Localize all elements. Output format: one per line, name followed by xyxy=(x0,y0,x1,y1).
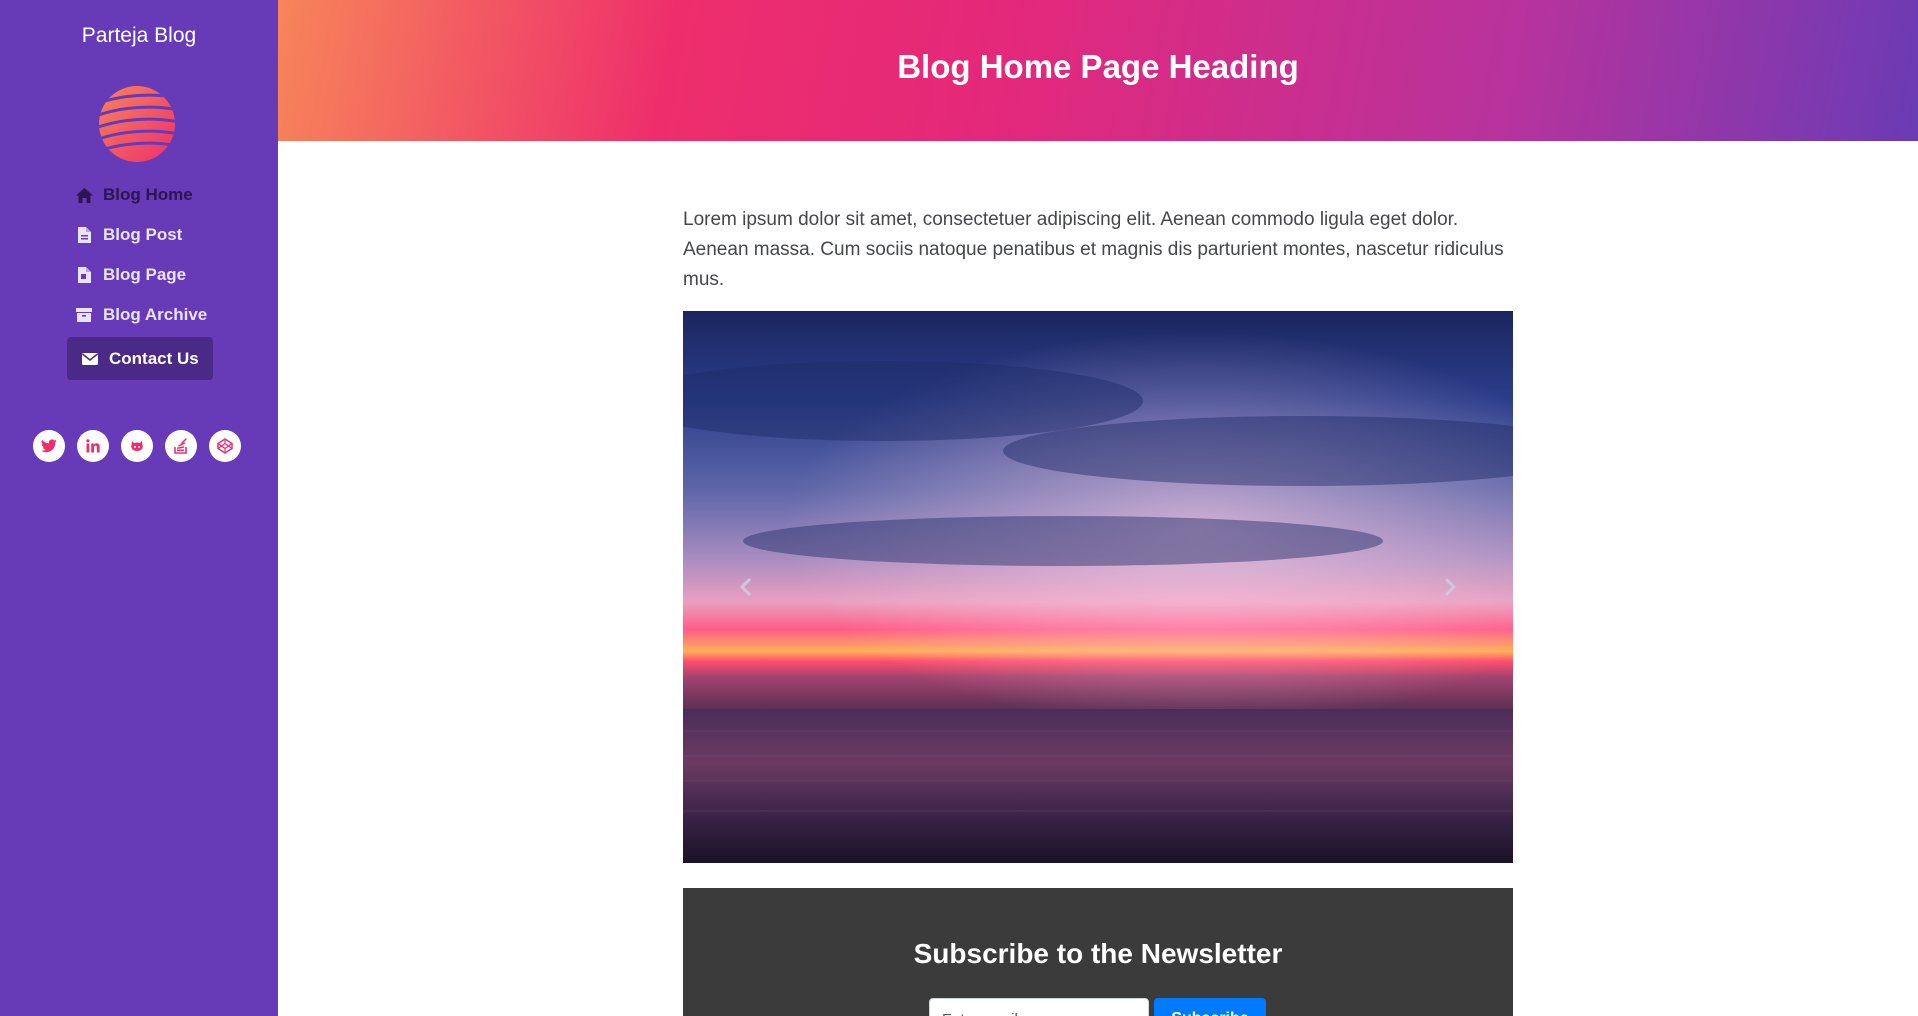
main-content: Lorem ipsum dolor sit amet, consectetuer… xyxy=(683,205,1513,1016)
envelope-icon xyxy=(81,350,99,368)
home-icon xyxy=(75,186,93,204)
sunset-image xyxy=(683,311,1513,863)
brand-logo xyxy=(99,86,175,162)
stack-overflow-link[interactable] xyxy=(165,430,197,462)
codepen-link[interactable] xyxy=(209,430,241,462)
file-alt-icon xyxy=(75,266,93,284)
carousel-next-button[interactable] xyxy=(1435,569,1465,605)
sidebar-item-label: Blog Archive xyxy=(103,305,208,324)
github-link[interactable] xyxy=(121,430,153,462)
chevron-left-icon xyxy=(739,577,752,597)
github-icon xyxy=(131,441,143,451)
linkedin-link[interactable] xyxy=(77,430,109,462)
newsletter-form: Subscribe xyxy=(929,998,1266,1016)
file-icon xyxy=(75,226,93,244)
sidebar-item-label: Blog Home xyxy=(103,185,193,204)
sidebar-item-blog-page[interactable]: Blog Page xyxy=(75,257,186,293)
brand-title[interactable]: Parteja Blog xyxy=(0,24,278,48)
carousel-prev-button[interactable] xyxy=(731,569,761,605)
twitter-link[interactable] xyxy=(33,430,65,462)
intro-paragraph: Lorem ipsum dolor sit amet, consectetuer… xyxy=(683,209,1504,290)
sidebar-item-blog-post[interactable]: Blog Post xyxy=(75,217,182,253)
social-links xyxy=(33,430,241,462)
image-carousel[interactable] xyxy=(683,311,1513,863)
archive-icon xyxy=(75,306,93,324)
sidebar-item-contact-us[interactable]: Contact Us xyxy=(67,337,213,380)
codepen-icon xyxy=(217,438,233,454)
newsletter-title: Subscribe to the Newsletter xyxy=(913,938,1283,969)
sidebar-item-label: Blog Post xyxy=(103,225,183,244)
subscribe-button[interactable]: Subscribe xyxy=(1154,998,1266,1016)
twitter-icon xyxy=(41,439,57,453)
sidebar-item-label: Blog Page xyxy=(103,265,187,284)
chevron-right-icon xyxy=(1444,577,1457,597)
sidebar-item-blog-archive[interactable]: Blog Archive xyxy=(75,297,207,333)
linkedin-icon xyxy=(86,439,100,453)
sidebar-item-blog-home[interactable]: Blog Home xyxy=(75,177,193,213)
sidebar: Parteja Blog Blog Home Blog Post Blog Pa… xyxy=(0,0,278,1016)
page-header: Blog Home Page Heading xyxy=(278,0,1918,141)
email-input[interactable] xyxy=(929,998,1149,1016)
page-title: Blog Home Page Heading xyxy=(897,48,1299,85)
newsletter-section: Subscribe to the Newsletter Subscribe xyxy=(683,888,1513,1016)
stack-overflow-icon xyxy=(174,438,187,454)
sidebar-item-label: Contact Us xyxy=(109,348,199,368)
